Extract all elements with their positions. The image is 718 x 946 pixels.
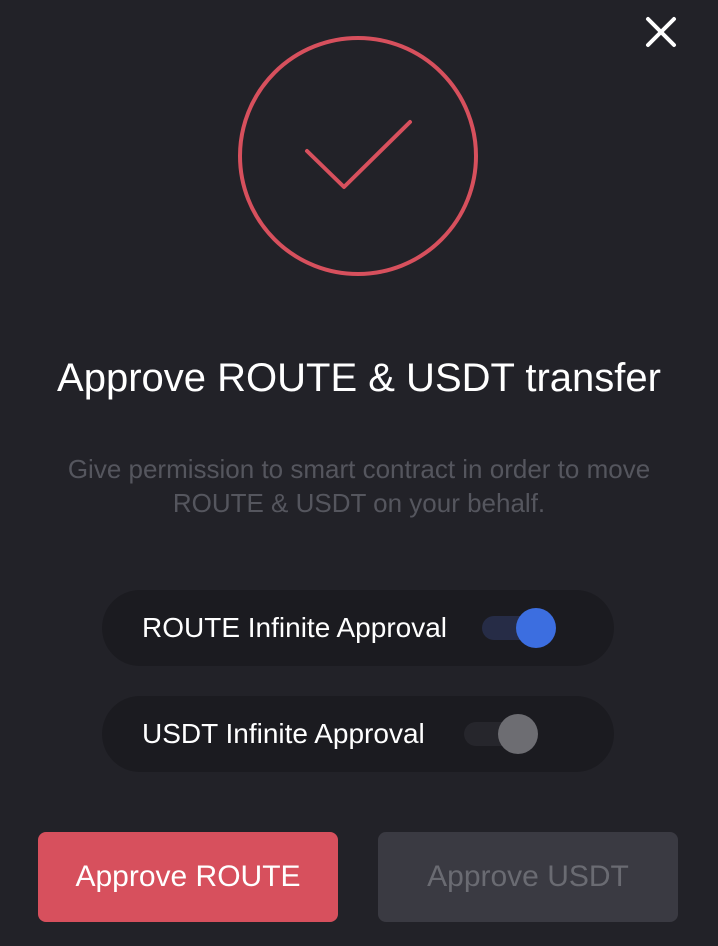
toggle-knob: [516, 608, 556, 648]
usdt-infinite-approval-label: USDT Infinite Approval: [142, 718, 425, 749]
modal-description: Give permission to smart contract in ord…: [67, 454, 651, 518]
route-infinite-approval-label: ROUTE Infinite Approval: [142, 612, 448, 643]
route-infinite-approval-toggle[interactable]: [482, 608, 556, 648]
usdt-infinite-approval-toggle[interactable]: [464, 714, 538, 754]
approve-route-button[interactable]: Approve ROUTE: [38, 832, 338, 922]
toggle-knob: [498, 714, 538, 754]
close-icon: [646, 17, 676, 47]
approve-usdt-button[interactable]: Approve USDT: [378, 832, 678, 922]
modal-title: Approve ROUTE & USDT transfer: [57, 356, 661, 400]
route-infinite-approval-row: ROUTE Infinite Approval: [102, 590, 614, 666]
usdt-infinite-approval-row: USDT Infinite Approval: [102, 696, 614, 772]
close-button[interactable]: [640, 11, 682, 53]
checkmark-circle-icon: [238, 36, 478, 276]
